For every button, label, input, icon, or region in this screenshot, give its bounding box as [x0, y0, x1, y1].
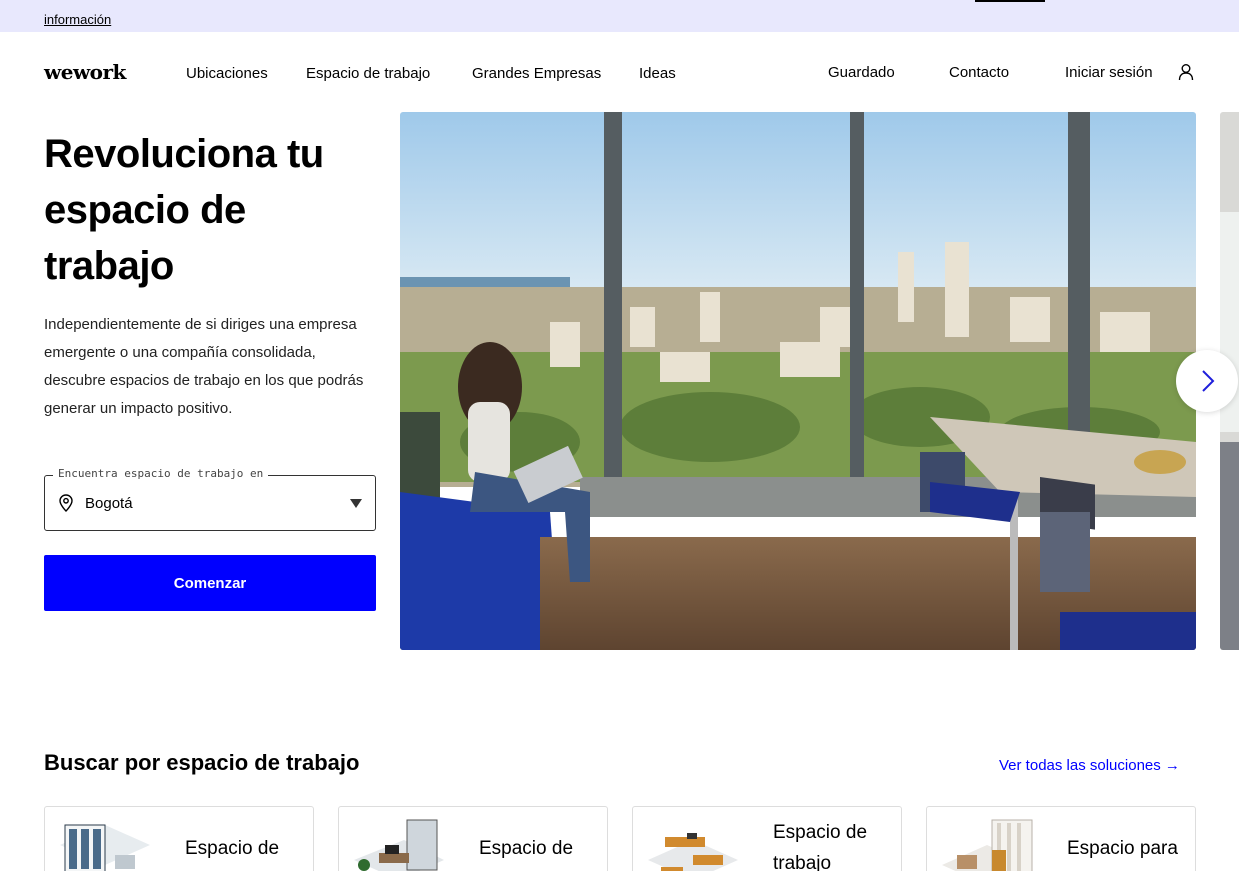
- solution-card[interactable]: Espacio de trabajo: [632, 806, 902, 871]
- solution-card-title: Espacio para: [1067, 838, 1178, 859]
- nav-espacio-de-trabajo[interactable]: Espacio de trabajo: [306, 65, 430, 82]
- solution-card[interactable]: Espacio para: [926, 806, 1196, 871]
- solution-card-title: Espacio de: [185, 838, 280, 859]
- solution-card-title: Espacio de: [479, 838, 574, 859]
- hero-description: Independientemente de si diriges una emp…: [44, 316, 364, 417]
- card-illustration: [648, 833, 738, 871]
- location-field-label: Encuentra espacio de trabajo en: [53, 467, 269, 480]
- card-illustration: [60, 824, 150, 871]
- hero-title: Revoluciona tu espacio de trabajo: [44, 132, 324, 288]
- solution-card[interactable]: Espacio de: [44, 806, 314, 871]
- nav-iniciar-sesion[interactable]: Iniciar sesión: [1065, 64, 1153, 81]
- caret-down-icon: [350, 499, 362, 508]
- banner-more-info-link[interactable]: información: [44, 12, 111, 27]
- comenzar-button[interactable]: Comenzar: [44, 555, 376, 611]
- wework-logo[interactable]: wework: [44, 60, 126, 84]
- location-select[interactable]: Encuentra espacio de trabajo en Bogotá: [44, 467, 376, 531]
- hero-office-image: [400, 112, 1196, 650]
- section-title: Buscar por espacio de trabajo: [44, 750, 360, 775]
- solution-card[interactable]: Espacio de: [338, 806, 608, 871]
- banner-link-underline: [975, 0, 1045, 2]
- nav-contacto[interactable]: Contacto: [949, 64, 1009, 81]
- site-header: wework Ubicaciones Espacio de trabajo Gr…: [0, 32, 1239, 112]
- location-field-value: Bogotá: [85, 495, 133, 512]
- carousel-next-button[interactable]: [1176, 350, 1238, 412]
- nav-grandes-empresas[interactable]: Grandes Empresas: [472, 65, 601, 82]
- announcement-banner: información: [0, 0, 1239, 32]
- map-pin-icon: [59, 494, 73, 512]
- card-illustration: [354, 819, 444, 871]
- nav-guardado[interactable]: Guardado: [828, 64, 895, 81]
- nav-ideas[interactable]: Ideas: [639, 65, 676, 82]
- see-all-solutions-link[interactable]: Ver todas las soluciones →: [999, 757, 1180, 774]
- nav-ubicaciones[interactable]: Ubicaciones: [186, 65, 268, 82]
- card-illustration: [942, 819, 1033, 871]
- user-icon[interactable]: [1177, 63, 1195, 81]
- chevron-right-icon: [1202, 370, 1215, 392]
- solution-card-title: Espacio de trabajo: [773, 822, 868, 871]
